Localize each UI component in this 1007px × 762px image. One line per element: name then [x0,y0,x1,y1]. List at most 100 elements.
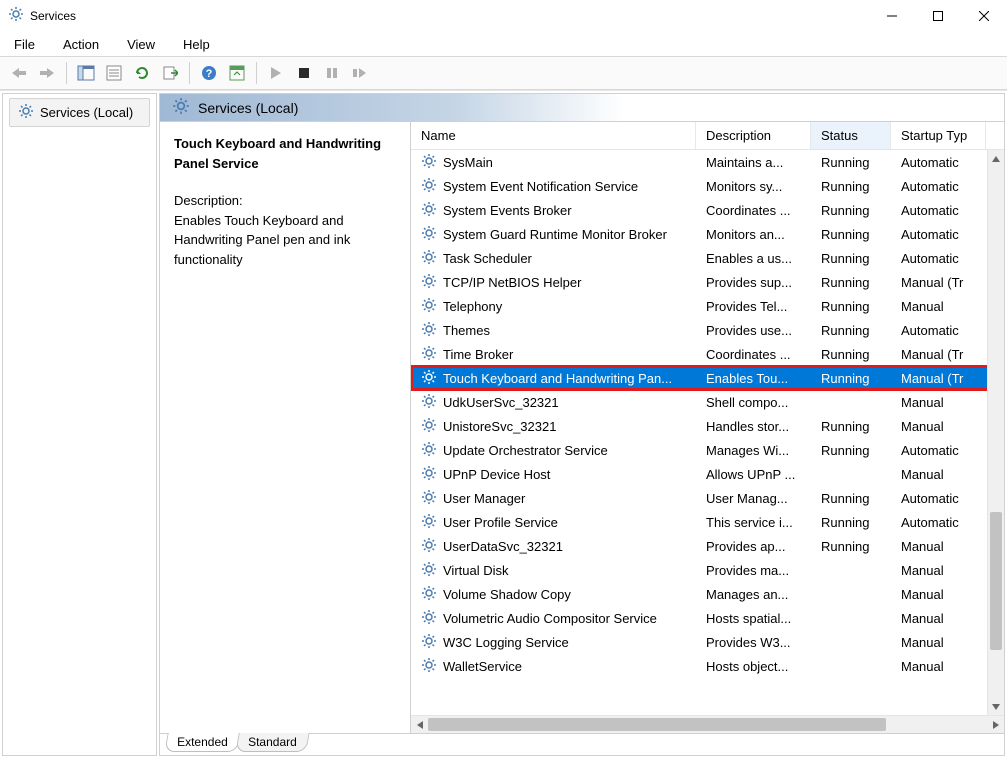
gear-icon [172,97,190,118]
service-desc: Monitors sy... [696,179,811,194]
menu-file[interactable]: File [10,35,39,54]
toolbar-separator [189,62,190,84]
menu-help[interactable]: Help [179,35,214,54]
service-startup: Manual (Tr [891,371,986,386]
service-row[interactable]: Time BrokerCoordinates ...RunningManual … [411,342,1004,366]
service-name: Virtual Disk [443,563,509,578]
service-desc: Enables Tou... [696,371,811,386]
start-icon [263,60,289,86]
scroll-up-icon[interactable] [988,150,1004,167]
service-row[interactable]: User Profile Service This service i...Run… [411,510,1004,534]
description-text: Enables Touch Keyboard and Handwriting P… [174,211,396,270]
scroll-down-icon[interactable] [988,698,1004,715]
service-name: TCP/IP NetBIOS Helper [443,275,581,290]
service-name: Task Scheduler [443,251,532,266]
service-desc: Hosts spatial... [696,611,811,626]
service-row[interactable]: UserDataSvc_32321Provides ap...RunningMa… [411,534,1004,558]
scroll-thumb[interactable] [990,512,1002,650]
service-status: Running [811,179,891,194]
scroll-left-icon[interactable] [411,716,428,733]
stop-icon[interactable] [291,60,317,86]
services-list: Name Description Status Startup Typ SysM… [410,122,1004,733]
menu-view[interactable]: View [123,35,159,54]
gear-icon [421,585,437,604]
gear-icon [421,513,437,532]
hscroll-thumb[interactable] [428,718,886,731]
service-row[interactable]: WalletServiceHosts object...Manual [411,654,1004,678]
export-icon[interactable] [157,60,183,86]
properties-icon[interactable] [101,60,127,86]
service-startup: Automatic [891,155,986,170]
window-titlebar: Services [0,0,1007,32]
service-row[interactable]: System Event Notification ServiceMonitor… [411,174,1004,198]
toolbar-separator [256,62,257,84]
gear-icon [421,153,437,172]
service-row[interactable]: W3C Logging ServiceProvides W3...Manual [411,630,1004,654]
content-pane: Services (Local) Touch Keyboard and Hand… [159,93,1005,756]
service-name: System Events Broker [443,203,572,218]
service-row[interactable]: User ManagerUser Manag...RunningAutomati… [411,486,1004,510]
help-icon[interactable]: ? [196,60,222,86]
service-row[interactable]: UdkUserSvc_32321Shell compo...Manual [411,390,1004,414]
maximize-button[interactable] [915,0,961,32]
refresh-icon[interactable] [129,60,155,86]
service-row[interactable]: Volumetric Audio Compositor Service Hosts… [411,606,1004,630]
service-row[interactable]: UnistoreSvc_32321Handles stor...RunningM… [411,414,1004,438]
action-center-icon[interactable] [224,60,250,86]
service-row[interactable]: TCP/IP NetBIOS HelperProvides sup...Runn… [411,270,1004,294]
service-startup: Manual (Tr [891,275,986,290]
service-row[interactable]: System Guard Runtime Monitor BrokerMonit… [411,222,1004,246]
service-row[interactable]: SysMainMaintains a...RunningAutomatic [411,150,1004,174]
tab-extended[interactable]: Extended [164,733,240,752]
service-name: Volumetric Audio Compositor Service [443,611,657,626]
service-desc: Provides sup... [696,275,811,290]
service-row[interactable]: System Events BrokerCoordinates ...Runni… [411,198,1004,222]
service-name: User Profile Service [443,515,558,530]
col-header-startup[interactable]: Startup Typ [891,122,986,149]
minimize-button[interactable] [869,0,915,32]
service-row[interactable]: ThemesProvides use...RunningAutomatic [411,318,1004,342]
services-header-label: Services (Local) [198,100,298,116]
service-row[interactable]: Update Orchestrator ServiceManages Wi...… [411,438,1004,462]
service-name: Themes [443,323,490,338]
service-name: Update Orchestrator Service [443,443,608,458]
svg-text:?: ? [206,68,213,80]
menu-action[interactable]: Action [59,35,103,54]
menu-bar: File Action View Help [0,32,1007,56]
service-desc: Enables a us... [696,251,811,266]
service-row[interactable]: Virtual DiskProvides ma...Manual [411,558,1004,582]
service-status: Running [811,155,891,170]
tab-standard[interactable]: Standard [235,733,309,752]
forward-icon [34,60,60,86]
col-header-description[interactable]: Description [696,122,811,149]
close-button[interactable] [961,0,1007,32]
show-hide-tree-icon[interactable] [73,60,99,86]
service-row[interactable]: TelephonyProvides Tel...RunningManual [411,294,1004,318]
service-name: Touch Keyboard and Handwriting Pan... [443,371,672,386]
gear-icon [421,321,437,340]
gear-icon [8,6,24,27]
horizontal-scrollbar[interactable] [411,715,1004,733]
gear-icon [421,369,437,388]
service-startup: Manual [891,395,986,410]
service-startup: Automatic [891,179,986,194]
scroll-track[interactable] [988,167,1004,698]
gear-icon [421,297,437,316]
vertical-scrollbar[interactable] [987,150,1004,715]
service-row[interactable]: UPnP Device HostAllows UPnP ...Manual [411,462,1004,486]
service-row[interactable]: Volume Shadow CopyManages an...Manual [411,582,1004,606]
service-status: Running [811,515,891,530]
service-desc: This service i... [696,515,811,530]
service-row[interactable]: Touch Keyboard and Handwriting Pan... Ena… [411,366,1004,390]
tree-services-local[interactable]: Services (Local) [9,98,150,127]
col-header-name[interactable]: Name [411,122,696,149]
tree-item-label: Services (Local) [40,105,133,120]
service-desc: Hosts object... [696,659,811,674]
col-header-status[interactable]: Status [811,122,891,149]
service-desc: Handles stor... [696,419,811,434]
scroll-right-icon[interactable] [987,716,1004,733]
service-startup: Automatic [891,203,986,218]
service-status: Running [811,491,891,506]
service-row[interactable]: Task SchedulerEnables a us...RunningAuto… [411,246,1004,270]
service-startup: Manual [891,563,986,578]
